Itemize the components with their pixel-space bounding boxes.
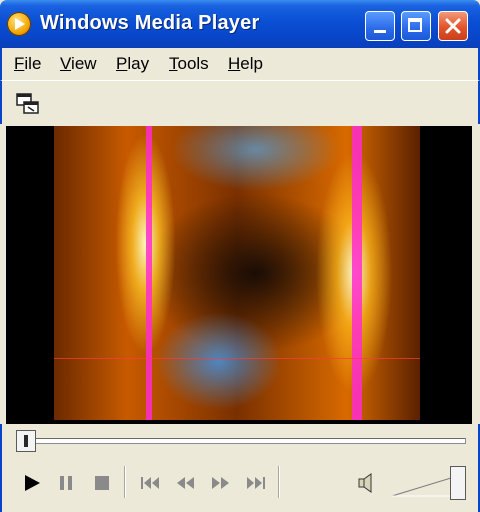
transport-controls [0,460,480,512]
play-button[interactable] [18,470,46,496]
video-artifact [54,358,420,359]
window-title: Windows Media Player [40,12,260,34]
seek-thumb[interactable] [16,430,36,452]
video-frame [54,126,420,420]
minimize-button[interactable] [365,11,395,41]
speaker-icon [358,473,372,493]
seek-track[interactable] [16,438,466,444]
seek-bar-area [0,424,480,460]
menu-play[interactable]: Play [116,54,149,74]
close-button[interactable] [438,11,468,41]
previous-button[interactable] [136,470,164,496]
video-artifact [352,126,362,420]
video-display[interactable] [6,126,472,424]
maximize-icon [408,18,422,32]
windows-media-player-icon[interactable] [7,12,31,36]
fast-forward-button[interactable] [206,470,234,496]
rewind-icon [177,477,194,489]
close-icon [445,18,461,34]
fast-forward-icon [212,477,229,489]
menu-bar: File View Play Tools Help [0,48,480,80]
mute-button[interactable] [354,470,382,496]
separator [124,466,126,498]
video-artifact [146,126,152,420]
toolbar [0,80,480,124]
play-icon [25,475,40,491]
previous-track-icon [141,477,159,489]
minimize-icon [374,30,386,33]
stop-button[interactable] [88,470,116,496]
rewind-button[interactable] [172,470,200,496]
media-player-window: Windows Media Player File View Play Tool… [0,0,480,512]
menu-file[interactable]: File [14,54,41,74]
switch-to-skin-mode-icon[interactable] [16,93,40,115]
next-track-icon [247,477,265,489]
menu-tools[interactable]: Tools [169,54,209,74]
pause-button[interactable] [52,470,80,496]
title-bar[interactable]: Windows Media Player [0,0,480,48]
volume-thumb[interactable] [450,466,466,500]
stop-icon [95,476,109,490]
separator [278,466,280,498]
menu-help[interactable]: Help [228,54,263,74]
next-button[interactable] [242,470,270,496]
menu-view[interactable]: View [60,54,97,74]
pause-icon [60,476,72,490]
maximize-button[interactable] [401,11,431,41]
